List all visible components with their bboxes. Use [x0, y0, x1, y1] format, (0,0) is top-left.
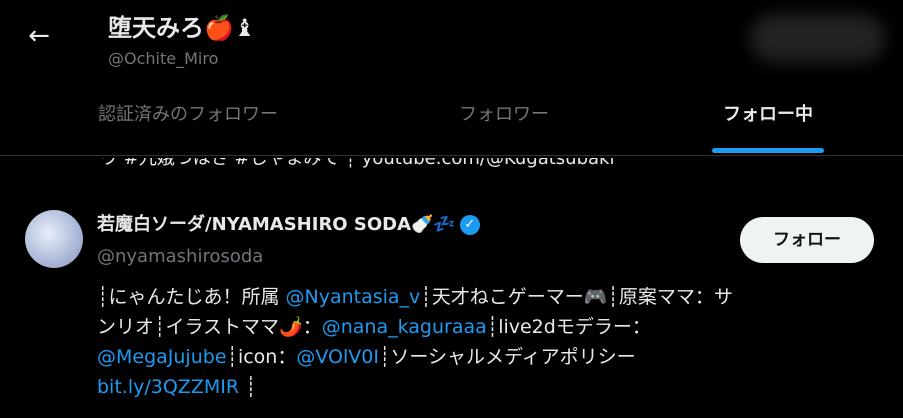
verified-badge-icon: ✓ — [459, 215, 480, 235]
bio-text: ┊live2dモデラー： — [486, 316, 651, 338]
tab-bar: 認証済みのフォロワー フォロワー フォロー中 — [0, 90, 903, 153]
divider — [0, 155, 903, 156]
active-tab-indicator — [712, 148, 824, 153]
tab-followers[interactable]: フォロワー — [430, 90, 578, 148]
profile-name: 堕天みろ🍎♝ — [108, 14, 256, 42]
bio-text: ┊ソーシャルメディアポリシー — [378, 346, 636, 368]
top-bar: ← 堕天みろ🍎♝ @Ochite_Miro — [0, 0, 903, 90]
user-name[interactable]: 若魔白ソーダ/NYAMASHIRO SODA🍼💤 ✓ — [97, 210, 480, 236]
tab-following[interactable]: フォロー中 — [700, 90, 836, 148]
bio-mention-link[interactable]: @MegaJujube — [97, 346, 227, 368]
bio-text: ┊にゃんたじあ！所属 — [97, 286, 286, 308]
bio-text: ┊天才ねこゲーマー🎮┊原案ママ：サ — [420, 286, 733, 308]
bio-mention-link[interactable]: @VOlV0I — [296, 346, 379, 368]
user-bio: ┊にゃんたじあ！所属 @Nyantasia_v┊天才ねこゲーマー🎮┊原案ママ：サ… — [97, 282, 887, 402]
bio-text: ┊ — [239, 376, 257, 398]
bio-url-link[interactable]: bit.ly/3QZZMIR — [97, 376, 239, 398]
bio-text: ンリオ┊イラストママ🌶️： — [97, 316, 322, 338]
user-handle[interactable]: @nyamashirosoda — [97, 246, 263, 267]
blurred-button — [750, 14, 885, 62]
bio-text: ┊icon： — [226, 346, 297, 368]
back-arrow-icon[interactable]: ← — [22, 20, 56, 54]
follow-button[interactable]: フォロー — [740, 217, 874, 263]
bio-mention-link[interactable]: @Nyantasia_v — [285, 286, 420, 308]
user-name-text: 若魔白ソーダ/NYAMASHIRO SODA🍼💤 — [97, 214, 456, 235]
profile-handle: @Ochite_Miro — [108, 49, 219, 68]
tab-verified-followers[interactable]: 認証済みのフォロワー — [64, 90, 312, 148]
bio-mention-link[interactable]: @nana_kaguraaa — [322, 316, 487, 338]
avatar[interactable] — [25, 210, 83, 268]
